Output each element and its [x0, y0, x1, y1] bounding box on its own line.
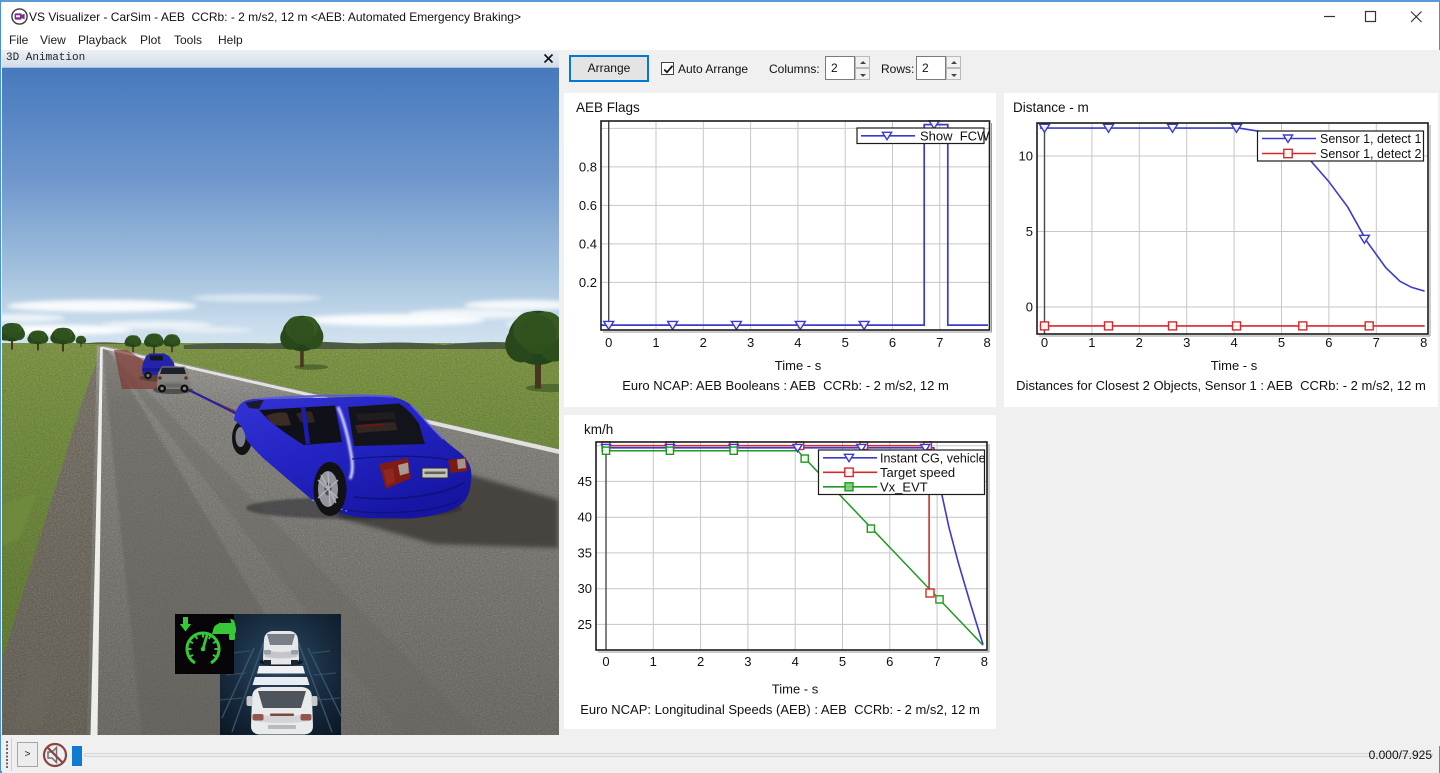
svg-text:Sensor 1, detect 2: Sensor 1, detect 2 — [1320, 147, 1422, 161]
svg-text:40: 40 — [578, 510, 592, 525]
svg-text:Show FCW: Show FCW — [920, 129, 990, 144]
svg-text:Distances for Closest 2 Object: Distances for Closest 2 Objects, Sensor … — [1016, 378, 1426, 393]
svg-text:6: 6 — [1325, 335, 1332, 350]
svg-text:8: 8 — [983, 335, 990, 350]
svg-text:Instant CG, vehicle: Instant CG, vehicle — [880, 452, 986, 466]
svg-text:3: 3 — [747, 335, 754, 350]
svg-text:Euro NCAP: AEB Booleans : AEB: Euro NCAP: AEB Booleans : AEB CCRb: - 2 … — [622, 378, 949, 393]
svg-text:25: 25 — [578, 617, 592, 632]
svg-text:45: 45 — [578, 474, 592, 489]
svg-text:2: 2 — [700, 335, 707, 350]
svg-text:Distance - m: Distance - m — [1013, 100, 1089, 115]
svg-text:6: 6 — [889, 335, 896, 350]
svg-text:7: 7 — [936, 335, 943, 350]
svg-text:km/h: km/h — [584, 422, 613, 437]
svg-text:AEB Flags: AEB Flags — [576, 100, 640, 115]
svg-text:5: 5 — [1026, 224, 1033, 239]
svg-text:Time - s: Time - s — [1211, 358, 1258, 373]
svg-text:35: 35 — [578, 545, 592, 560]
svg-text:0: 0 — [605, 335, 612, 350]
svg-text:7: 7 — [933, 654, 940, 669]
svg-text:0.6: 0.6 — [579, 198, 597, 213]
svg-text:1: 1 — [652, 335, 659, 350]
svg-text:2: 2 — [697, 654, 704, 669]
svg-text:Sensor 1, detect 1: Sensor 1, detect 1 — [1320, 132, 1422, 146]
svg-text:5: 5 — [1278, 335, 1285, 350]
svg-text:4: 4 — [794, 335, 801, 350]
svg-text:0.2: 0.2 — [579, 275, 597, 290]
svg-text:4: 4 — [792, 654, 799, 669]
svg-text:0: 0 — [602, 654, 609, 669]
svg-text:3: 3 — [1183, 335, 1190, 350]
svg-text:Vx_EVT: Vx_EVT — [880, 480, 928, 495]
svg-text:0.8: 0.8 — [579, 159, 597, 174]
svg-text:Time - s: Time - s — [775, 358, 822, 373]
svg-text:3: 3 — [744, 654, 751, 669]
svg-text:0: 0 — [1026, 300, 1033, 315]
svg-text:5: 5 — [839, 654, 846, 669]
svg-text:8: 8 — [1420, 335, 1427, 350]
svg-text:0.4: 0.4 — [579, 236, 597, 251]
svg-text:8: 8 — [981, 654, 988, 669]
svg-text:7: 7 — [1373, 335, 1380, 350]
svg-text:Time - s: Time - s — [772, 682, 819, 697]
svg-text:6: 6 — [886, 654, 893, 669]
svg-text:1: 1 — [650, 654, 657, 669]
svg-text:Euro NCAP: Longitudinal Speeds: Euro NCAP: Longitudinal Speeds (AEB) : A… — [580, 702, 980, 717]
svg-text:30: 30 — [578, 581, 592, 596]
svg-text:Target speed: Target speed — [880, 465, 955, 480]
svg-text:2: 2 — [1136, 335, 1143, 350]
svg-text:0: 0 — [1041, 335, 1048, 350]
svg-text:4: 4 — [1230, 335, 1237, 350]
svg-text:10: 10 — [1019, 149, 1033, 164]
svg-text:1: 1 — [1088, 335, 1095, 350]
svg-text:5: 5 — [842, 335, 849, 350]
